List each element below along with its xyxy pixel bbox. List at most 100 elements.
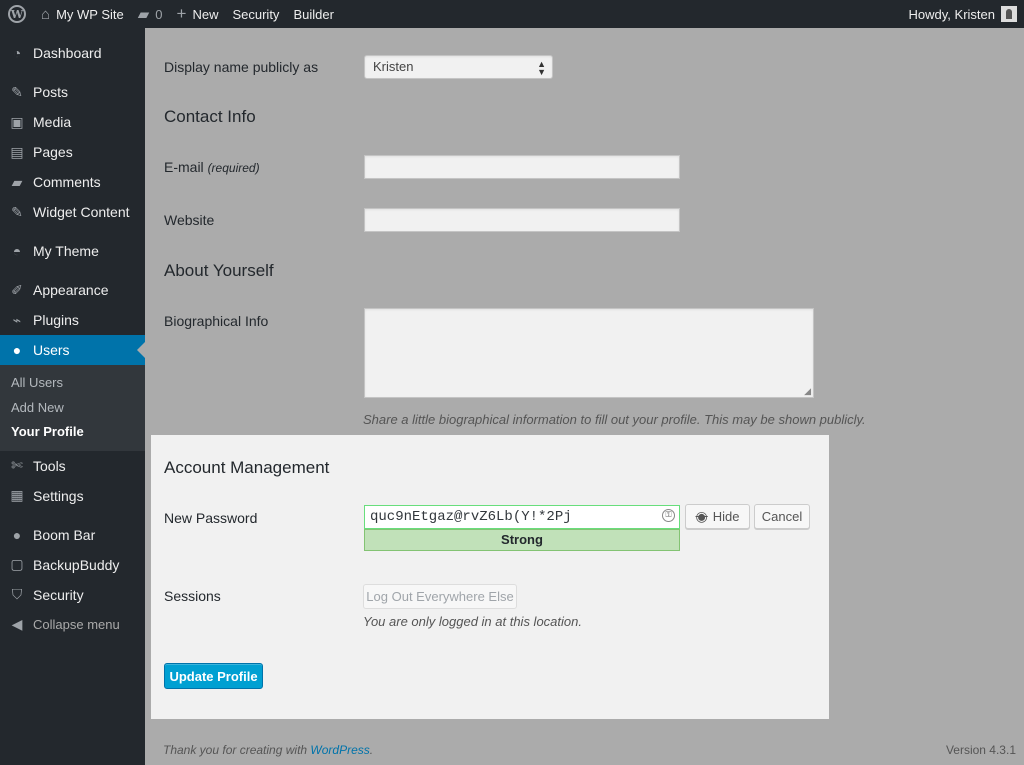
sidebar-item-settings[interactable]: ▦ Settings [0,481,145,511]
new-label: New [192,6,219,22]
sidebar-item-pages[interactable]: ▤ Pages [0,137,145,167]
new-content-link[interactable]: + New [170,0,226,28]
sidebar-item-comments[interactable]: ▰ Comments [0,167,145,197]
password-manager-icon[interactable]: ⚿ [662,509,675,522]
website-label: Website [164,212,215,228]
sidebar-item-appearance[interactable]: ✐ Appearance [0,275,145,305]
sidebar-item-posts[interactable]: ✎ Posts [0,77,145,107]
my-account-link[interactable]: Howdy, Kristen [902,0,1024,28]
settings-icon: ▦ [10,487,24,503]
footer-period: . [369,743,374,757]
sessions-description: You are only logged in at this location. [363,614,582,629]
brush-icon: ✐ [11,281,23,298]
submenu-item-your-profile[interactable]: Your Profile [0,420,145,445]
sidebar-item-label: Comments [33,174,101,190]
bio-label: Biographical Info [164,313,269,329]
site-name-link[interactable]: ⌂ My WP Site [34,0,131,28]
collapse-menu-label: Collapse menu [33,617,120,632]
new-password-input[interactable]: quc9nEtgaz@rvZ6Lb(Y!*2Pj ⚿ [364,505,680,529]
theme-icon: ◓ [12,243,22,259]
eye-slash-icon: ◉ [695,508,708,524]
submenu-item-add-new[interactable]: Add New [0,396,145,421]
comments-link[interactable]: ▰ 0 [131,0,170,28]
sidebar-item-boom-bar[interactable]: ● Boom Bar [0,520,145,550]
email-required-note: (required) [207,161,260,175]
email-field[interactable] [364,155,680,179]
sidebar-item-widget-content[interactable]: ✎ Widget Content [0,197,145,227]
comments-icon: ▰ [11,173,23,190]
collapse-menu-button[interactable]: ◀ Collapse menu [0,610,145,640]
plugin-icon: ⌁ [12,311,22,328]
hide-button-label: Hide [712,509,740,524]
display-name-label: Display name publicly as [164,59,319,75]
pin-icon: ✎ [11,203,23,220]
security-link[interactable]: Security [225,0,286,28]
wordpress-logo-icon: W [8,5,26,23]
sidebar-item-label: Posts [33,84,69,100]
account-management-heading: Account Management [164,458,330,477]
footer-version: Version 4.3.1 [945,743,1016,757]
sidebar-item-my-theme[interactable]: ◓ My Theme [0,236,145,266]
backup-icon: ▢ [10,556,24,572]
sidebar-item-security[interactable]: ⛉ Security [0,580,145,610]
sidebar-item-users[interactable]: ● Users [0,335,145,365]
user-icon: ● [12,342,22,358]
sidebar-item-label: My Theme [33,243,99,259]
site-name-label: My WP Site [56,6,124,22]
contact-info-heading: Contact Info [164,107,256,126]
sidebar-item-label: Security [33,586,84,603]
bio-textarea[interactable]: ◢ [364,308,814,398]
hide-password-button[interactable]: ◉ Hide [685,504,750,529]
sidebar-item-media[interactable]: ▣ Media [0,107,145,137]
dashboard-icon: ◔ [12,45,22,61]
password-strength-meter: Strong [364,529,680,551]
admin-bar: W ⌂ My WP Site ▰ 0 + New Security Builde… [0,0,1024,28]
select-arrows-icon: ▲ ▼ [537,59,546,77]
shield-icon: ⛉ [11,586,23,602]
collapse-arrow-icon: ◀ [11,616,23,632]
sidebar-item-label: Boom Bar [33,526,96,543]
sidebar-item-label: Settings [33,487,84,504]
plus-icon: + [176,4,187,23]
sidebar-item-label: Media [33,114,72,130]
circle-icon: ● [12,526,22,543]
sidebar-item-label: Users [33,342,70,358]
sidebar-item-label: Tools [33,457,66,474]
home-icon: ⌂ [41,5,51,23]
sidebar-item-label: Appearance [33,282,109,298]
comment-bubble-icon: ▰ [137,6,150,23]
password-value: quc9nEtgaz@rvZ6Lb(Y!*2Pj [370,509,572,525]
media-icon: ▣ [10,113,24,130]
avatar [1001,6,1017,22]
log-out-everywhere-button[interactable]: Log Out Everywhere Else [363,584,517,609]
cancel-password-button[interactable]: Cancel [754,504,810,529]
display-name-select[interactable]: Kristen ▲ ▼ [364,55,553,79]
sidebar-item-plugins[interactable]: ⌁ Plugins [0,305,145,335]
sessions-label: Sessions [164,588,221,604]
pages-icon: ▤ [10,143,24,160]
bio-description: Share a little biographical information … [363,412,866,427]
about-yourself-heading: About Yourself [164,261,274,280]
footer-thanks-text: Thank you for creating with [163,743,308,757]
resize-handle-icon[interactable]: ◢ [804,386,811,397]
wordpress-logo-button[interactable]: W [0,0,34,28]
update-profile-button[interactable]: Update Profile [164,663,263,689]
website-field[interactable] [364,208,680,232]
wordpress-link[interactable]: WordPress [310,743,369,757]
admin-sidebar: ◔ Dashboard ✎ Posts ▣ Media ▤ Pages ▰ Co… [0,28,145,765]
sidebar-item-label: Pages [33,144,73,160]
email-label: E-mail (required) [164,159,260,175]
builder-link[interactable]: Builder [286,0,340,28]
email-label-text: E-mail [164,159,204,175]
submenu-item-all-users[interactable]: All Users [0,371,145,396]
sidebar-item-label: Dashboard [33,45,102,61]
sidebar-item-tools[interactable]: ✄ Tools [0,451,145,481]
howdy-label: Howdy, Kristen [908,6,995,22]
comments-count: 0 [155,6,163,22]
sidebar-item-label: BackupBuddy [33,556,120,573]
sidebar-item-dashboard[interactable]: ◔ Dashboard [0,38,145,68]
users-submenu: All Users Add New Your Profile [0,365,145,451]
footer-thanks: Thank you for creating with WordPress. [163,743,373,757]
sidebar-item-label: Widget Content [33,204,130,220]
sidebar-item-backupbuddy[interactable]: ▢ BackupBuddy [0,550,145,580]
